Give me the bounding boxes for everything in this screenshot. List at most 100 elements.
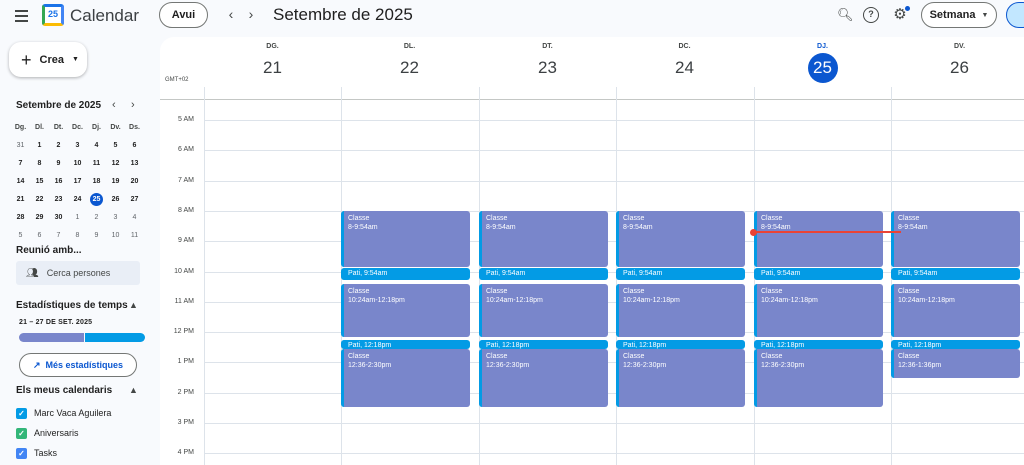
mini-day[interactable]: 13: [125, 160, 144, 167]
task-event[interactable]: Pati, 12:18pm: [616, 339, 745, 349]
collapse-chevron-icon[interactable]: ▲: [129, 300, 138, 310]
day-header[interactable]: DC. 24: [616, 37, 753, 87]
mini-day[interactable]: 5: [106, 142, 125, 149]
search-icon[interactable]: 🔍︎: [837, 7, 854, 23]
mini-day[interactable]: 1: [30, 142, 49, 149]
task-event[interactable]: Pati, 9:54am: [341, 268, 470, 280]
class-event[interactable]: Classe 8-9:54am: [341, 210, 470, 268]
day-number[interactable]: 21: [258, 53, 288, 83]
calendar-item[interactable]: ✓ Marc Vaca Aguilera: [16, 406, 111, 420]
task-event[interactable]: Pati, 9:54am: [479, 268, 608, 280]
calendar-item[interactable]: ✓ Aniversaris: [16, 426, 79, 440]
class-event[interactable]: Classe 8-9:54am: [754, 210, 883, 268]
task-event[interactable]: Pati, 12:18pm: [754, 339, 883, 349]
previous-week-icon[interactable]: ‹: [223, 6, 239, 22]
class-event[interactable]: Classe 12:36-2:30pm: [616, 348, 745, 407]
class-event[interactable]: Classe 8-9:54am: [891, 210, 1020, 268]
task-event[interactable]: Pati, 9:54am: [616, 268, 745, 280]
main-menu-icon[interactable]: [12, 7, 32, 27]
mini-day[interactable]: 30: [49, 214, 68, 221]
mini-day[interactable]: 28: [11, 214, 30, 221]
mini-next-month-icon[interactable]: ›: [131, 99, 135, 111]
class-event[interactable]: Classe 10:24am-12:18pm: [341, 283, 470, 338]
class-event[interactable]: Classe 8-9:54am: [479, 210, 608, 268]
day-number[interactable]: 24: [670, 53, 700, 83]
day-header[interactable]: DT. 23: [479, 37, 616, 87]
mini-day[interactable]: 23: [49, 196, 68, 203]
mini-day[interactable]: 5: [11, 232, 30, 239]
mini-day[interactable]: 26: [106, 196, 125, 203]
mini-day[interactable]: 20: [125, 178, 144, 185]
day-number[interactable]: 26: [945, 53, 975, 83]
mini-day[interactable]: 25: [87, 192, 106, 206]
class-event[interactable]: Classe 12:36-2:30pm: [479, 348, 608, 407]
mini-day[interactable]: 7: [49, 232, 68, 239]
checkbox-checked-icon[interactable]: ✓: [16, 427, 27, 439]
mini-day[interactable]: 10: [68, 160, 87, 167]
mini-day[interactable]: 6: [30, 232, 49, 239]
mini-day[interactable]: 9: [49, 160, 68, 167]
day-header-today[interactable]: DJ. 25: [754, 37, 891, 87]
checkbox-checked-icon[interactable]: ✓: [16, 447, 27, 459]
mini-day[interactable]: 14: [11, 178, 30, 185]
mini-day[interactable]: 17: [68, 178, 87, 185]
task-event[interactable]: Pati, 9:54am: [891, 268, 1020, 280]
mini-day[interactable]: 19: [106, 178, 125, 185]
mini-day[interactable]: 11: [87, 160, 106, 167]
search-people-input[interactable]: 👥︎ Cerca persones: [16, 261, 140, 285]
task-event[interactable]: Pati, 12:18pm: [891, 339, 1020, 349]
mini-day[interactable]: 29: [30, 214, 49, 221]
class-event[interactable]: Classe 8-9:54am: [616, 210, 745, 268]
mini-day[interactable]: 7: [11, 160, 30, 167]
mini-day[interactable]: 3: [68, 142, 87, 149]
class-event[interactable]: Classe 10:24am-12:18pm: [754, 283, 883, 338]
mini-day[interactable]: 8: [30, 160, 49, 167]
mini-day[interactable]: 3: [106, 214, 125, 221]
day-number[interactable]: 23: [533, 53, 563, 83]
day-header[interactable]: DG. 21: [204, 37, 341, 87]
class-event[interactable]: Classe 12:36-1:36pm: [891, 348, 1020, 379]
task-event[interactable]: Pati, 12:18pm: [479, 339, 608, 349]
mini-day[interactable]: 2: [87, 214, 106, 221]
mini-day[interactable]: 21: [11, 196, 30, 203]
create-button[interactable]: + Crea ▼: [9, 42, 87, 77]
mini-day[interactable]: 16: [49, 178, 68, 185]
mini-day[interactable]: 4: [125, 214, 144, 221]
task-event[interactable]: Pati, 9:54am: [754, 268, 883, 280]
day-header[interactable]: DL. 22: [341, 37, 478, 87]
class-event[interactable]: Classe 12:36-2:30pm: [341, 348, 470, 407]
mini-day[interactable]: 4: [87, 142, 106, 149]
checkbox-checked-icon[interactable]: ✓: [16, 407, 27, 419]
mini-day[interactable]: 1: [68, 214, 87, 221]
mini-day[interactable]: 10: [106, 232, 125, 239]
calendar-item[interactable]: ✓ Tasks: [16, 446, 57, 460]
day-number[interactable]: 25: [807, 53, 838, 83]
mini-day[interactable]: 12: [106, 160, 125, 167]
mini-day[interactable]: 2: [49, 142, 68, 149]
next-week-icon[interactable]: ›: [243, 6, 259, 22]
mini-day[interactable]: 15: [30, 178, 49, 185]
day-number[interactable]: 22: [395, 53, 425, 83]
mini-day[interactable]: 18: [87, 178, 106, 185]
view-selector[interactable]: Setmana ▼: [921, 2, 997, 28]
mini-day[interactable]: 31: [11, 142, 30, 149]
mini-day[interactable]: 24: [68, 196, 87, 203]
mini-day[interactable]: 6: [125, 142, 144, 149]
mini-day[interactable]: 22: [30, 196, 49, 203]
class-event[interactable]: Classe 10:24am-12:18pm: [891, 283, 1020, 338]
more-insights-button[interactable]: ↗ Més estadístiques: [19, 353, 137, 377]
collapse-chevron-icon[interactable]: ▲: [129, 385, 138, 395]
calendar-view-toggle[interactable]: [1006, 2, 1024, 28]
mini-day[interactable]: 11: [125, 232, 144, 239]
day-header[interactable]: DV. 26: [891, 37, 1024, 87]
task-event[interactable]: Pati, 12:18pm: [341, 339, 470, 349]
mini-day[interactable]: 9: [87, 232, 106, 239]
help-icon[interactable]: ?: [863, 7, 879, 23]
mini-day[interactable]: 27: [125, 196, 144, 203]
class-event[interactable]: Classe 10:24am-12:18pm: [479, 283, 608, 338]
class-event[interactable]: Classe 10:24am-12:18pm: [616, 283, 745, 338]
mini-day[interactable]: 8: [68, 232, 87, 239]
today-button[interactable]: Avui: [159, 2, 208, 28]
class-event[interactable]: Classe 12:36-2:30pm: [754, 348, 883, 407]
mini-prev-month-icon[interactable]: ‹: [112, 99, 116, 111]
